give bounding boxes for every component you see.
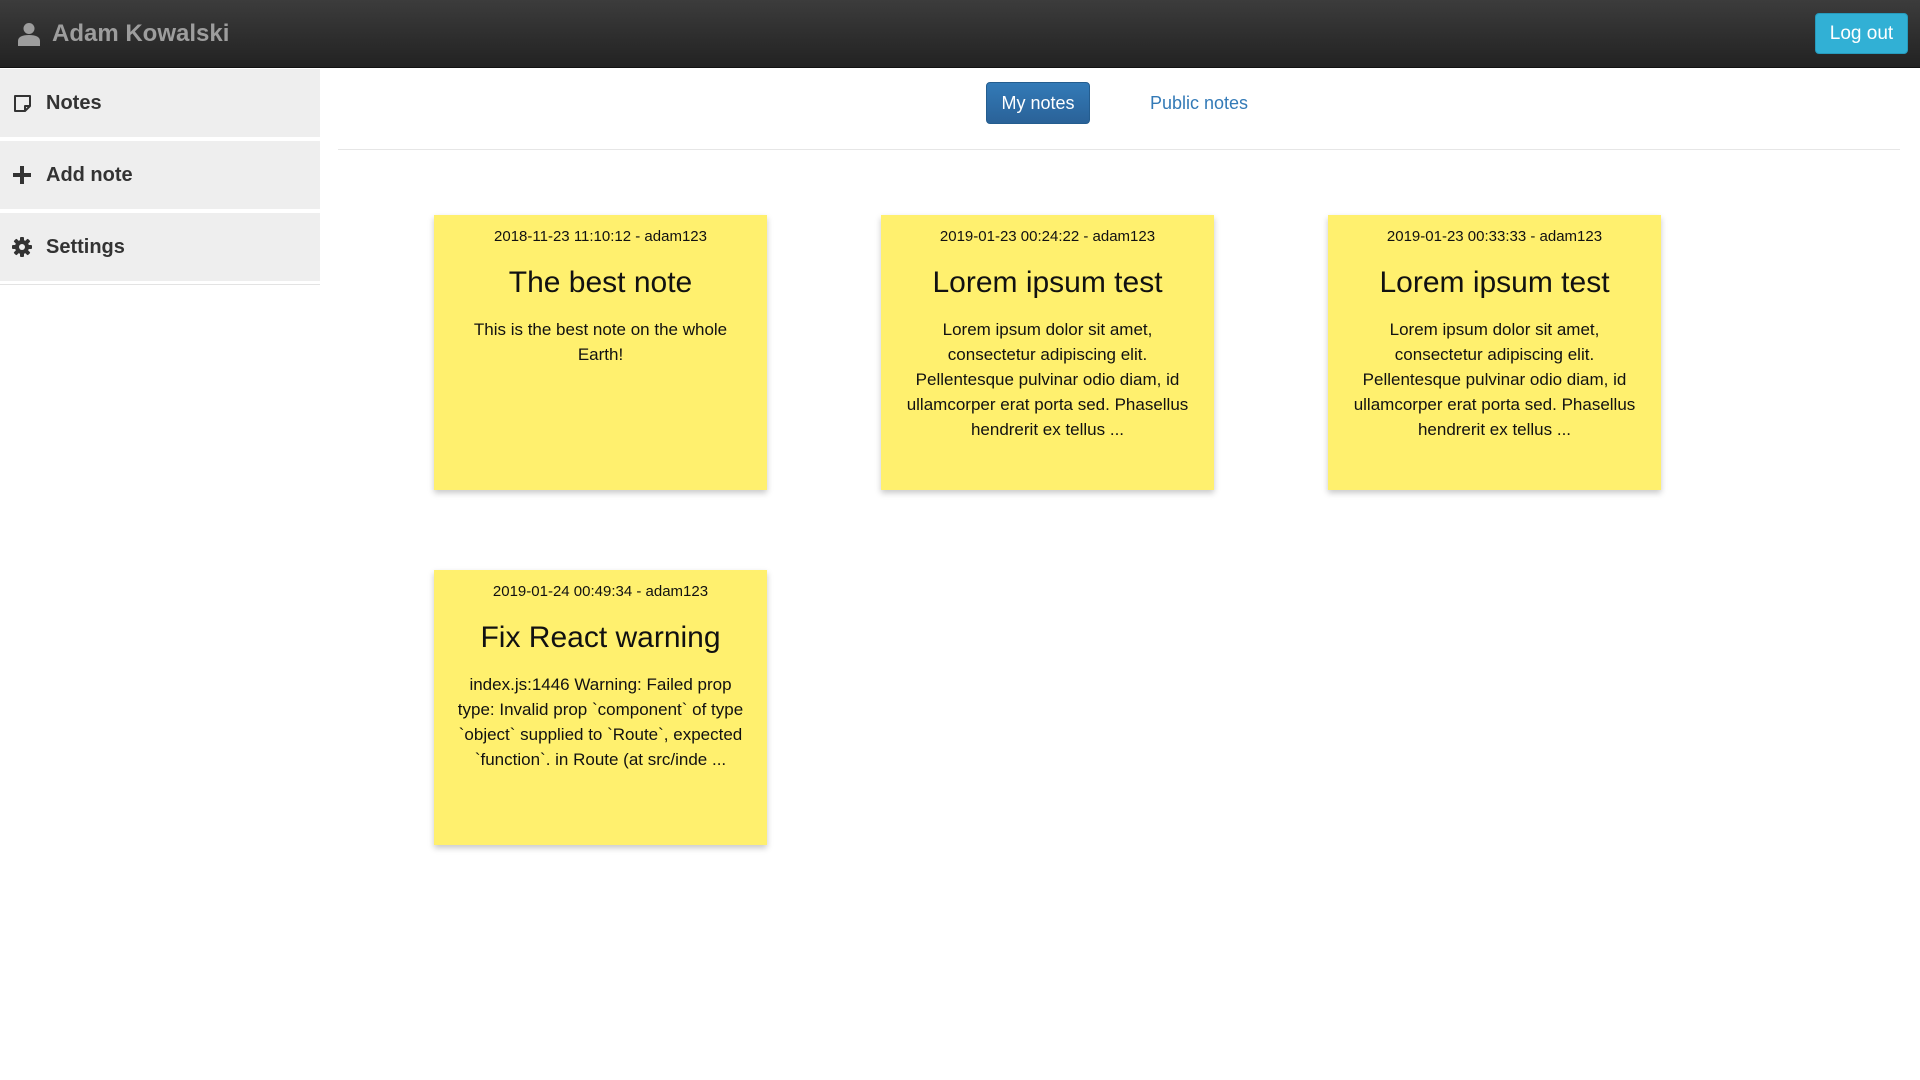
note-body: Lorem ipsum dolor sit amet, consectetur … bbox=[1353, 320, 1636, 439]
sidebar-item-add-note[interactable]: Add note bbox=[0, 141, 320, 213]
note-card[interactable]: 2018-11-23 11:10:12 - adam123 The best n… bbox=[434, 215, 767, 490]
note-title: Lorem ipsum test bbox=[932, 266, 1163, 299]
tab-public-notes[interactable]: Public notes bbox=[1134, 82, 1264, 124]
note-meta: 2019-01-23 00:24:22 - adam123 bbox=[939, 228, 1156, 245]
note-body: Lorem ipsum dolor sit amet, consectetur … bbox=[906, 320, 1189, 439]
gear-icon bbox=[12, 237, 32, 257]
sidebar-item-notes[interactable]: Notes bbox=[0, 69, 320, 141]
note-body: This is the best note on the whole Earth… bbox=[473, 320, 728, 364]
user-info: Adam Kowalski bbox=[18, 20, 229, 48]
sidebar-item-settings[interactable]: Settings bbox=[0, 213, 320, 285]
note-card[interactable]: 2019-01-24 00:49:34 - adam123 Fix React … bbox=[434, 570, 767, 845]
sidebar-divider bbox=[0, 284, 320, 285]
note-card[interactable]: 2019-01-23 00:33:33 - adam123 Lorem ipsu… bbox=[1328, 215, 1661, 490]
note-card[interactable]: 2019-01-23 00:24:22 - adam123 Lorem ipsu… bbox=[881, 215, 1214, 490]
note-meta: 2019-01-24 00:49:34 - adam123 bbox=[492, 583, 709, 600]
sidebar-item-label: Add note bbox=[46, 163, 133, 186]
note-title: The best note bbox=[508, 266, 693, 299]
user-name: Adam Kowalski bbox=[52, 19, 230, 47]
logout-button[interactable]: Log out bbox=[1815, 13, 1908, 54]
tab-my-notes[interactable]: My notes bbox=[986, 82, 1090, 124]
note-body: index.js:1446 Warning: Failed prop type:… bbox=[457, 675, 744, 769]
notes-tabs: My notes Public notes bbox=[338, 68, 1900, 150]
note-title: Fix React warning bbox=[480, 621, 721, 654]
sticky-note-icon bbox=[12, 94, 32, 113]
top-navbar: Adam Kowalski Log out bbox=[0, 0, 1920, 68]
note-meta: 2018-11-23 11:10:12 - adam123 bbox=[494, 228, 707, 245]
sidebar: Notes Add note Settings bbox=[0, 69, 320, 285]
sidebar-item-label: Notes bbox=[46, 91, 102, 114]
note-title: Lorem ipsum test bbox=[1379, 266, 1610, 299]
sidebar-item-label: Settings bbox=[46, 235, 125, 258]
user-icon bbox=[18, 22, 40, 46]
note-meta: 2019-01-23 00:33:33 - adam123 bbox=[1386, 228, 1603, 245]
plus-icon bbox=[12, 166, 32, 184]
